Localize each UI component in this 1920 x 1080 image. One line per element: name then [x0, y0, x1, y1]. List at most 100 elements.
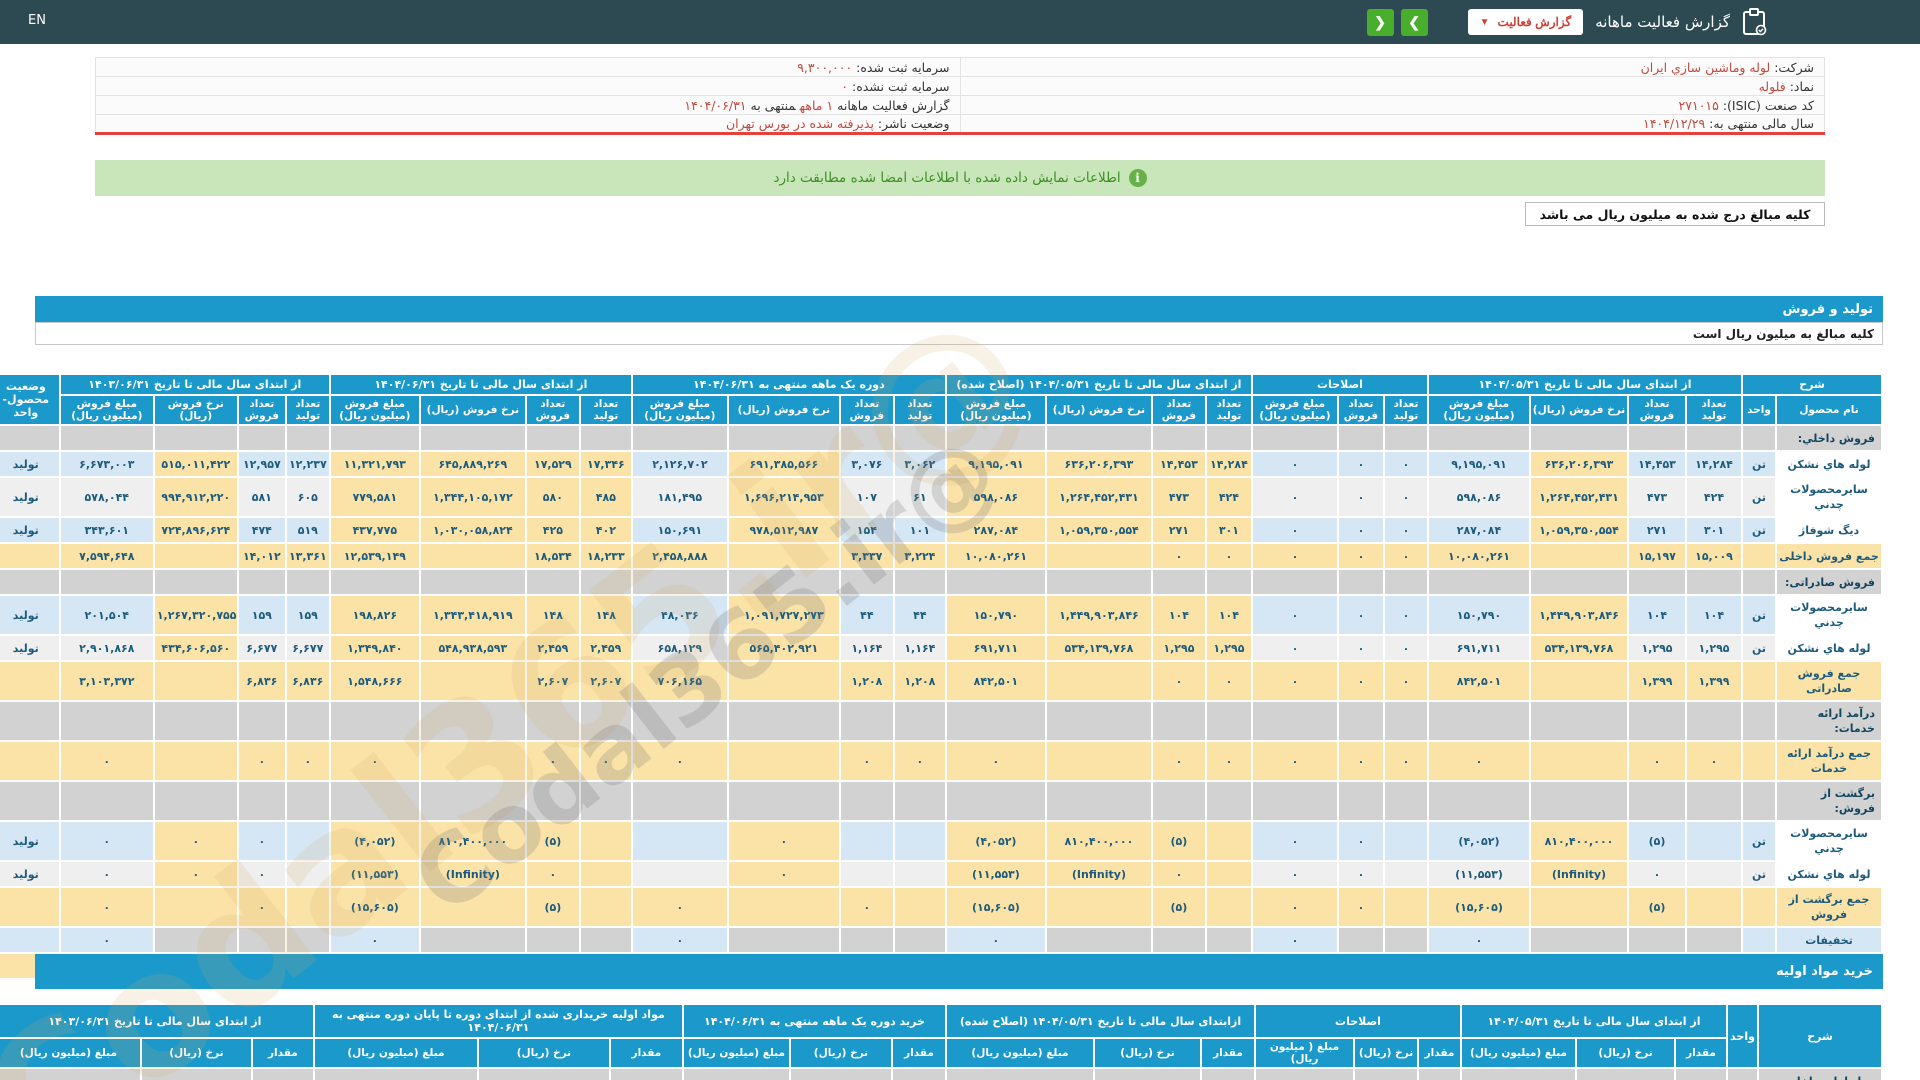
value-cell: ۰ [1252, 596, 1337, 634]
column-header: مبلغ فروش (میلیون ریال) [60, 396, 153, 424]
cell [894, 782, 945, 820]
cell [0, 782, 59, 820]
value-cell: ۵۹۸,۰۸۶ [1428, 478, 1529, 516]
info-value: ۹,۳۰۰,۰۰۰ [797, 59, 853, 75]
column-header: مبلغ (میلیون ریال) [683, 1039, 789, 1067]
cell [1206, 570, 1251, 594]
cell [1687, 782, 1741, 820]
language-toggle[interactable]: EN [28, 13, 46, 28]
cell [238, 426, 285, 450]
prev-report-button[interactable]: ❮ [1366, 8, 1394, 36]
value-cell [1338, 928, 1383, 952]
table-row: فروش صادراتی: [0, 570, 1881, 594]
value-cell: ۱۲,۲۳۷ [286, 452, 329, 476]
column-header: مبلغ (میلیون ریال) [0, 1039, 140, 1067]
cell [0, 702, 59, 740]
value-cell: ۱۰۴ [1687, 596, 1741, 634]
unit-cell: تن [1743, 636, 1775, 660]
column-header: نرخ فروش (ریال) [1531, 396, 1627, 424]
value-cell: ۸۱۰,۴۰۰,۰۰۰ [1531, 822, 1627, 860]
value-cell: ۱۸,۲۳۳ [580, 544, 631, 568]
cell [894, 702, 945, 740]
column-header: تعداد تولید [286, 396, 329, 424]
table-row: سایرمحصولات چدني تن ۴۲۴ ۴۷۳ ۱,۲۶۴,۴۵۲,۴۳۱ ۵۹۸… [0, 478, 1881, 516]
value-cell: ۰ [1252, 662, 1337, 700]
next-report-button[interactable]: ❯ [1400, 8, 1428, 36]
value-cell [840, 822, 893, 860]
cell [420, 702, 525, 740]
column-header: نرخ فروش (ریال) [728, 396, 839, 424]
cell [1531, 570, 1627, 594]
value-cell: ۰ [60, 822, 153, 860]
cell [330, 570, 419, 594]
value-cell [286, 928, 329, 952]
row-label-cell: سایرمحصولات چدني [1777, 596, 1881, 634]
info-cell: سرمایه ثبت نشده:۰ [95, 76, 961, 96]
value-cell: ۰ [580, 742, 631, 780]
cell [60, 782, 153, 820]
cell [728, 782, 839, 820]
value-cell: (۴,۰۵۲) [1428, 822, 1529, 860]
value-cell: ۶,۶۷۷ [238, 636, 285, 660]
info-label: شرکت: [1774, 59, 1814, 75]
value-cell: ۱,۳۴۴,۱۰۵,۱۷۲ [420, 478, 525, 516]
row-label-cell: سایرمحصولات چدني [1777, 822, 1881, 860]
value-cell: ۱,۰۵۹,۳۵۰,۵۵۴ [1531, 518, 1627, 542]
value-cell: ۱۹۸,۸۲۶ [330, 596, 419, 634]
value-cell [728, 544, 839, 568]
info-cell: سرمایه ثبت شده:۹,۳۰۰,۰۰۰ [95, 57, 961, 77]
info-value: پذیرفته شده در بورس تهران [725, 116, 874, 131]
value-cell: ۱,۲۹۵ [1687, 636, 1741, 660]
value-cell: ۰ [286, 742, 329, 780]
table-row: سایرمحصولات چدني تن ۱۰۴ ۱۰۴ ۱,۴۴۹,۹۰۳,۸۴۶ ۱۵۰… [0, 596, 1881, 634]
cell [1743, 426, 1775, 450]
status-cell: تولید [0, 452, 59, 476]
value-cell: ۰ [1338, 862, 1383, 886]
value-cell: ۱۰,۰۸۰,۲۶۱ [1428, 544, 1529, 568]
table-row: لوله هاي نشکن تن ۱۴,۲۸۴ ۱۴,۴۵۳ ۶۳۶,۲۰۶,۳۹۳ ۹,… [0, 452, 1881, 476]
value-cell [840, 928, 893, 952]
value-cell: ۲,۶۰۷ [526, 662, 579, 700]
value-cell [632, 822, 727, 860]
cell [1152, 426, 1205, 450]
cell [1252, 782, 1337, 820]
cell [1152, 570, 1205, 594]
value-cell: ۱۸۱,۴۹۵ [632, 478, 727, 516]
cell [1252, 570, 1337, 594]
value-cell: ۰ [1338, 596, 1383, 634]
value-cell: ۶,۸۳۶ [286, 662, 329, 700]
cell [1384, 426, 1427, 450]
value-cell [1206, 862, 1251, 886]
report-type-button[interactable]: گزارش فعالیت ▼ [1467, 9, 1584, 35]
column-header: تعداد تولید [1687, 396, 1741, 424]
status-cell: تولید [0, 636, 59, 660]
cell [946, 570, 1045, 594]
banner-text: اطلاعات نمایش داده شده با اطلاعات امضا ش… [773, 170, 1121, 186]
row-label-cell: سایرمحصولات چدني [1777, 478, 1881, 516]
value-cell [1687, 928, 1741, 952]
value-cell: ۰ [1384, 518, 1427, 542]
value-cell: ۱۳,۳۶۱ [286, 544, 329, 568]
clipboard-icon [1743, 8, 1767, 36]
value-cell: ۳,۱۰۳,۳۷۲ [60, 662, 153, 700]
value-cell: ۶۳۶,۲۰۶,۳۹۳ [1531, 452, 1627, 476]
row-label-cell: لوله هاي نشکن [1777, 636, 1881, 660]
column-header: مقدار [1419, 1039, 1460, 1067]
unit-cell: تن [1743, 452, 1775, 476]
value-cell: ۰ [238, 822, 285, 860]
value-cell: ۰ [632, 742, 727, 780]
value-cell: ۶۳۶,۲۰۶,۳۹۳ [1046, 452, 1151, 476]
table-row: جمع درآمد ارائه خدمات ۰ ۰ ۰ ۰ ۰ ۰ ۰ ۰ ۰ ۰ ۰ ۰ ۰ ۰ ۰ ۰ ۰ ۰ [0, 742, 1881, 780]
value-cell: ۱,۲۹۵ [1152, 636, 1205, 660]
value-cell [420, 742, 525, 780]
value-cell [580, 862, 631, 886]
value-cell: ۹,۱۹۵,۰۹۱ [1428, 452, 1529, 476]
cell [728, 570, 839, 594]
value-cell: ۰ [1384, 478, 1427, 516]
info-value: فلوله [1758, 78, 1786, 94]
value-cell: ۰ [1338, 518, 1383, 542]
value-cell: ۲,۴۵۸,۸۸۸ [632, 544, 727, 568]
value-cell: ۱,۲۹۵ [1206, 636, 1251, 660]
value-cell: ۵۱۹ [286, 518, 329, 542]
cell [1428, 570, 1529, 594]
